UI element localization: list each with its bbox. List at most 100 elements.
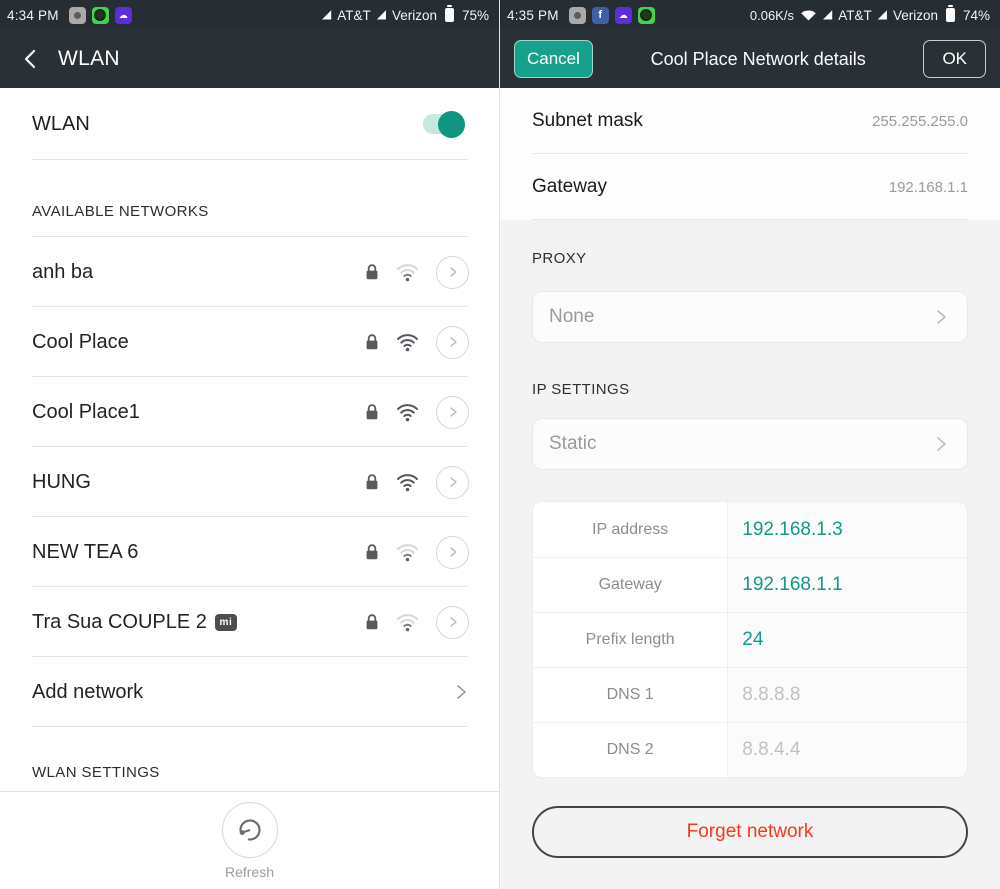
add-network-label: Add network [32, 681, 453, 704]
notification-icon-app [638, 7, 655, 24]
refresh-label: Refresh [225, 864, 274, 880]
wifi-status-icon [800, 8, 817, 22]
wlan-screen: 4:34 PM ◢ AT&T ◢ Verizon 75% WLAN WLAN A… [0, 0, 500, 889]
signal-icon-sim1: ◢ [823, 8, 832, 20]
table-row: DNS 2 8.8.4.4 [533, 722, 967, 777]
network-detail-button[interactable] [436, 466, 469, 499]
notification-icon-facebook [592, 7, 609, 24]
toggle-knob [438, 111, 465, 138]
notification-icon-camera [69, 7, 86, 24]
network-detail-button[interactable] [436, 326, 469, 359]
info-value: 192.168.1.1 [889, 179, 968, 196]
wifi-signal-icon [395, 402, 420, 423]
notification-icon-weather [115, 7, 132, 24]
wifi-signal-icon [395, 542, 420, 563]
signal-icon-sim2: ◢ [878, 8, 887, 20]
field-label: Gateway [533, 558, 728, 612]
network-info-section: Subnet mask 255.255.255.0 Gateway 192.16… [500, 88, 1000, 220]
network-name: NEW TEA 6 [32, 541, 364, 564]
wlan-toggle-label: WLAN [32, 113, 423, 136]
ip-settings-dropdown[interactable]: Static [532, 418, 968, 470]
lock-icon [364, 262, 380, 282]
field-value-input[interactable]: 192.168.1.1 [728, 558, 967, 612]
mi-router-icon: mi [215, 614, 237, 631]
details-title: Cool Place Network details [593, 49, 924, 70]
lock-icon [364, 332, 380, 352]
battery-percent: 74% [963, 8, 990, 23]
dual-screenshot: 4:34 PM ◢ AT&T ◢ Verizon 75% WLAN WLAN A… [0, 0, 1000, 889]
chevron-right-icon [933, 306, 949, 328]
ok-button[interactable]: OK [923, 40, 986, 78]
field-value-input[interactable]: 24 [728, 613, 967, 667]
network-name: anh ba [32, 261, 364, 284]
network-detail-button[interactable] [436, 606, 469, 639]
wifi-signal-icon [395, 612, 420, 633]
lock-icon [364, 402, 380, 422]
network-name: HUNG [32, 471, 364, 494]
carrier-label-att: AT&T [838, 8, 872, 23]
field-value-input[interactable]: 192.168.1.3 [728, 502, 967, 557]
info-label: Gateway [532, 176, 889, 198]
network-name: Cool Place [32, 331, 364, 354]
proxy-dropdown[interactable]: None [532, 291, 968, 343]
network-detail-button[interactable] [436, 536, 469, 569]
settings-section: PROXY None IP SETTINGS Static IP address… [500, 220, 1000, 858]
clock: 4:35 PM [507, 8, 559, 23]
ip-settings-selected-value: Static [549, 433, 933, 455]
details-header: Cancel Cool Place Network details OK [500, 30, 1000, 88]
status-bar-left: 4:34 PM ◢ AT&T ◢ Verizon 75% [0, 0, 499, 30]
network-name: Cool Place1 [32, 401, 364, 424]
field-label: IP address [533, 502, 728, 557]
battery-icon [946, 8, 955, 22]
notification-icon-app [92, 7, 109, 24]
chevron-right-icon [933, 433, 949, 455]
carrier-label-att: AT&T [337, 8, 371, 23]
network-detail-button[interactable] [436, 396, 469, 429]
network-row[interactable]: NEW TEA 6 [0, 517, 499, 587]
carrier-label-verizon: Verizon [392, 8, 437, 23]
battery-percent: 75% [462, 8, 489, 23]
lock-icon [364, 542, 380, 562]
field-value-input[interactable]: 8.8.8.8 [728, 668, 967, 722]
field-value-input[interactable]: 8.8.4.4 [728, 723, 967, 777]
back-button[interactable] [14, 42, 48, 76]
chevron-right-icon [453, 682, 469, 702]
field-label: DNS 2 [533, 723, 728, 777]
wlan-header: WLAN [0, 30, 499, 88]
back-chevron-icon [19, 47, 43, 71]
cancel-button[interactable]: Cancel [514, 40, 593, 78]
network-row[interactable]: Tra Sua COUPLE 2 mi [0, 587, 499, 657]
page-title: WLAN [58, 47, 120, 71]
refresh-button[interactable] [222, 802, 278, 858]
clock: 4:34 PM [7, 8, 59, 23]
lock-icon [364, 612, 380, 632]
lock-icon [364, 472, 380, 492]
section-wlan-settings: WLAN SETTINGS [0, 727, 499, 791]
add-network-row[interactable]: Add network [0, 657, 499, 727]
table-row: IP address 192.168.1.3 [533, 502, 967, 557]
network-detail-button[interactable] [436, 256, 469, 289]
info-value: 255.255.255.0 [872, 113, 968, 130]
signal-icon-sim1: ◢ [322, 8, 331, 20]
network-row[interactable]: HUNG [0, 447, 499, 517]
network-details-screen: 4:35 PM 0.06K/s ◢ AT&T ◢ Verizon 74% Can… [500, 0, 1000, 889]
wifi-signal-icon [395, 472, 420, 493]
signal-icon-sim2: ◢ [377, 8, 386, 20]
info-row-gateway: Gateway 192.168.1.1 [500, 154, 1000, 220]
wifi-signal-icon [395, 332, 420, 353]
table-row: DNS 1 8.8.8.8 [533, 667, 967, 722]
wlan-toggle[interactable] [423, 114, 463, 134]
section-available-networks: AVAILABLE NETWORKS [0, 160, 499, 237]
battery-icon [445, 8, 454, 22]
network-row[interactable]: anh ba [0, 237, 499, 307]
refresh-icon [235, 815, 265, 845]
refresh-area: Refresh [0, 792, 499, 887]
carrier-label-verizon: Verizon [893, 8, 938, 23]
wlan-toggle-row: WLAN [0, 88, 499, 160]
forget-network-button[interactable]: Forget network [532, 806, 968, 858]
table-row: Gateway 192.168.1.1 [533, 557, 967, 612]
ip-config-table: IP address 192.168.1.3 Gateway 192.168.1… [532, 501, 968, 778]
network-row[interactable]: Cool Place1 [0, 377, 499, 447]
network-speed: 0.06K/s [750, 8, 794, 23]
network-row[interactable]: Cool Place [0, 307, 499, 377]
